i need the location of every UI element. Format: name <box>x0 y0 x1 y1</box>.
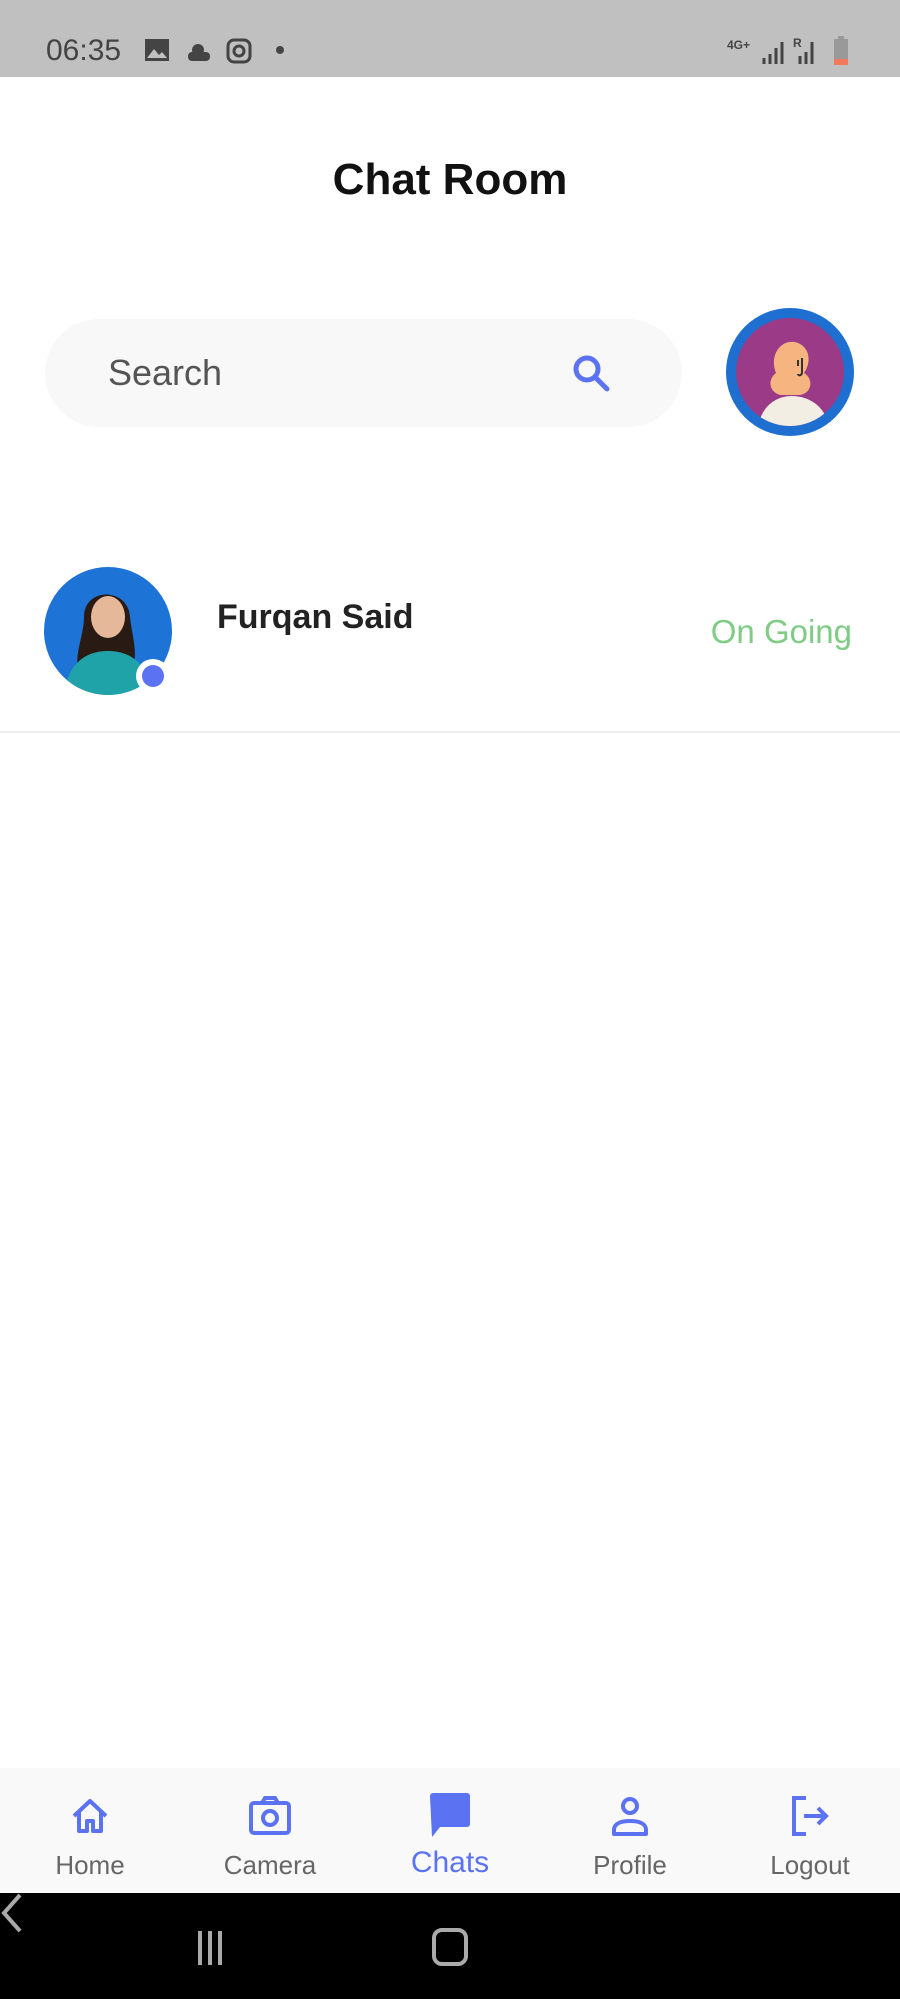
profile-icon <box>612 1797 648 1836</box>
gallery-icon <box>145 39 169 61</box>
chat-icon <box>430 1793 470 1837</box>
battery-icon <box>834 36 848 65</box>
home-icon <box>72 1799 108 1833</box>
instagram-icon <box>226 38 252 64</box>
bottom-nav: Home Camera Chats Profile Logout <box>0 1768 900 1893</box>
home-button[interactable] <box>432 1928 468 1966</box>
network-type: 4G+ <box>727 38 751 52</box>
camera-icon <box>249 1796 291 1835</box>
tab-profile[interactable]: Profile <box>540 1768 720 1893</box>
tab-label: Camera <box>223 1850 317 1880</box>
contact-name: Furqan Said <box>217 598 414 636</box>
back-button[interactable] <box>0 1893 24 1933</box>
status-bar: 06:35 4G+ R <box>0 0 900 77</box>
user-avatar[interactable] <box>726 308 854 436</box>
chat-list-item[interactable]: Furqan Said On Going <box>0 560 900 733</box>
tab-label: Profile <box>593 1850 667 1880</box>
avatar-illustration <box>758 341 828 426</box>
chat-status: On Going <box>710 613 852 650</box>
search-icon[interactable] <box>569 351 613 395</box>
search-input[interactable] <box>108 349 548 397</box>
notification-dot-icon <box>276 46 284 54</box>
tab-camera[interactable]: Camera <box>180 1768 360 1893</box>
system-nav-bar <box>0 1893 900 1999</box>
weather-icon <box>188 44 210 61</box>
tab-label: Home <box>55 1850 125 1880</box>
page-title: Chat Room <box>332 155 568 204</box>
logout-icon <box>792 1796 829 1836</box>
search-bar <box>45 319 682 427</box>
status-time: 06:35 <box>46 34 122 67</box>
tab-label: Logout <box>770 1850 850 1880</box>
signal-2-icon <box>798 42 814 64</box>
tab-logout[interactable]: Logout <box>720 1768 900 1893</box>
tab-label: Chats <box>410 1846 490 1879</box>
recents-button[interactable] <box>198 1931 222 1965</box>
online-status-icon <box>136 659 170 693</box>
signal-icon <box>762 42 784 64</box>
tab-chats[interactable]: Chats <box>360 1768 540 1893</box>
tab-home[interactable]: Home <box>0 1768 180 1893</box>
